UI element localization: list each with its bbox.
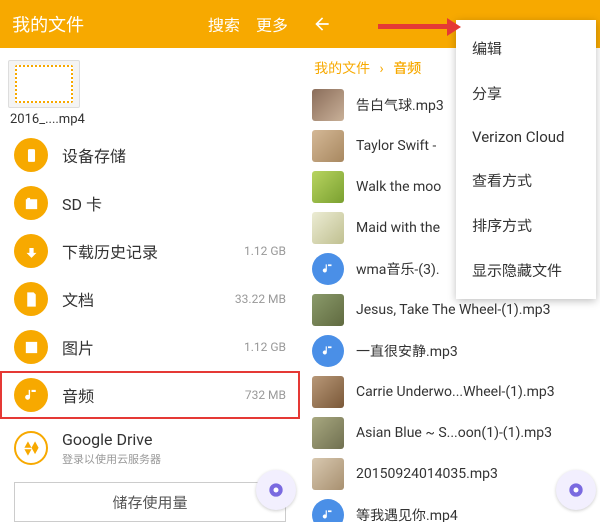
category-size: 33.22 MB — [235, 292, 286, 306]
gdrive-icon — [14, 431, 48, 465]
album-thumb — [312, 89, 344, 121]
music-icon — [312, 335, 344, 367]
category-row[interactable]: 文档 33.22 MB — [0, 275, 300, 323]
file-item[interactable]: 一直很安静.mp3 — [300, 330, 600, 371]
category-label: 音频 — [62, 383, 245, 407]
fab-right[interactable] — [556, 470, 596, 510]
app-title: 我的文件 — [12, 11, 192, 37]
file-name: 一直很安静.mp3 — [356, 341, 458, 361]
category-icon — [14, 234, 48, 268]
google-drive-row[interactable]: Google Drive 登录以使用云服务器 — [0, 424, 300, 472]
album-thumb — [312, 212, 344, 244]
context-menu: 编辑分享Verizon Cloud查看方式排序方式显示隐藏文件 — [456, 20, 596, 299]
file-name: Taylor Swift - — [356, 138, 436, 154]
category-row[interactable]: 下载历史记录 1.12 GB — [0, 227, 300, 275]
menu-item[interactable]: 查看方式 — [456, 158, 596, 203]
file-manager-panel: 我的文件 搜索 更多 2016_....mp4 设备存储 SD 卡 下载历史记录… — [0, 0, 300, 522]
file-item[interactable]: Carrie Underwo...Wheel-(1).mp3 — [300, 371, 600, 412]
album-thumb — [312, 376, 344, 408]
thumb-caption: 2016_....mp4 — [8, 112, 85, 127]
annotation-arrow — [378, 24, 448, 29]
crumb-root[interactable]: 我的文件 — [314, 61, 370, 77]
category-size: 1.12 GB — [244, 340, 286, 354]
category-label: 图片 — [62, 335, 244, 359]
crumb-sep: › — [379, 61, 383, 77]
file-name: Walk the moo — [356, 179, 441, 195]
file-name: Jesus, Take The Wheel-(1).mp3 — [356, 302, 551, 318]
file-name: 20150924014035.mp3 — [356, 466, 498, 482]
album-thumb — [312, 417, 344, 449]
album-thumb — [312, 130, 344, 162]
file-name: Maid with the — [356, 220, 440, 236]
back-icon[interactable] — [312, 14, 332, 34]
file-name: Asian Blue ~ S...oon(1)-(1).mp3 — [356, 425, 552, 441]
category-label: 下载历史记录 — [62, 239, 244, 263]
album-thumb — [312, 294, 344, 326]
category-size: 1.12 GB — [244, 244, 286, 258]
thumb-image — [8, 60, 80, 108]
album-thumb — [312, 171, 344, 203]
music-icon — [312, 253, 344, 285]
category-label: 设备存储 — [62, 143, 286, 167]
file-item[interactable]: Asian Blue ~ S...oon(1)-(1).mp3 — [300, 412, 600, 453]
category-row[interactable]: SD 卡 — [0, 179, 300, 227]
category-row[interactable]: 图片 1.12 GB — [0, 323, 300, 371]
file-name: wma音乐-(3). — [356, 259, 440, 279]
category-icon — [14, 330, 48, 364]
category-row[interactable]: 音频 732 MB — [0, 371, 300, 419]
file-item[interactable]: 20150924014035.mp3 — [300, 453, 600, 494]
music-icon — [312, 499, 344, 522]
category-icon — [14, 186, 48, 220]
crumb-current: 音频 — [393, 61, 421, 77]
category-label: 文档 — [62, 287, 235, 311]
category-size: 732 MB — [245, 388, 286, 402]
gdrive-text: Google Drive 登录以使用云服务器 — [62, 430, 286, 467]
category-icon — [14, 282, 48, 316]
menu-item[interactable]: 分享 — [456, 71, 596, 116]
menu-item[interactable]: Verizon Cloud — [456, 116, 596, 158]
more-action[interactable]: 更多 — [256, 12, 288, 36]
recent-thumb[interactable]: 2016_....mp4 — [0, 48, 300, 131]
file-name: Carrie Underwo...Wheel-(1).mp3 — [356, 384, 555, 400]
search-action[interactable]: 搜索 — [208, 12, 240, 36]
category-list: 设备存储 SD 卡 下载历史记录 1.12 GB 文档 33.22 MB 图片 … — [0, 131, 300, 424]
file-item[interactable]: 等我遇见你.mp4 — [300, 494, 600, 522]
category-label: SD 卡 — [62, 191, 286, 215]
left-header: 我的文件 搜索 更多 — [0, 0, 300, 48]
category-icon — [14, 378, 48, 412]
menu-item[interactable]: 显示隐藏文件 — [456, 248, 596, 293]
category-icon — [14, 138, 48, 172]
storage-usage-button[interactable]: 储存使用量 — [14, 482, 286, 522]
menu-item[interactable]: 编辑 — [456, 26, 596, 71]
fab-left[interactable] — [256, 470, 296, 510]
category-row[interactable]: 设备存储 — [0, 131, 300, 179]
menu-item[interactable]: 排序方式 — [456, 203, 596, 248]
file-name: 等我遇见你.mp4 — [356, 505, 458, 522]
album-thumb — [312, 458, 344, 490]
file-name: 告白气球.mp3 — [356, 95, 444, 115]
